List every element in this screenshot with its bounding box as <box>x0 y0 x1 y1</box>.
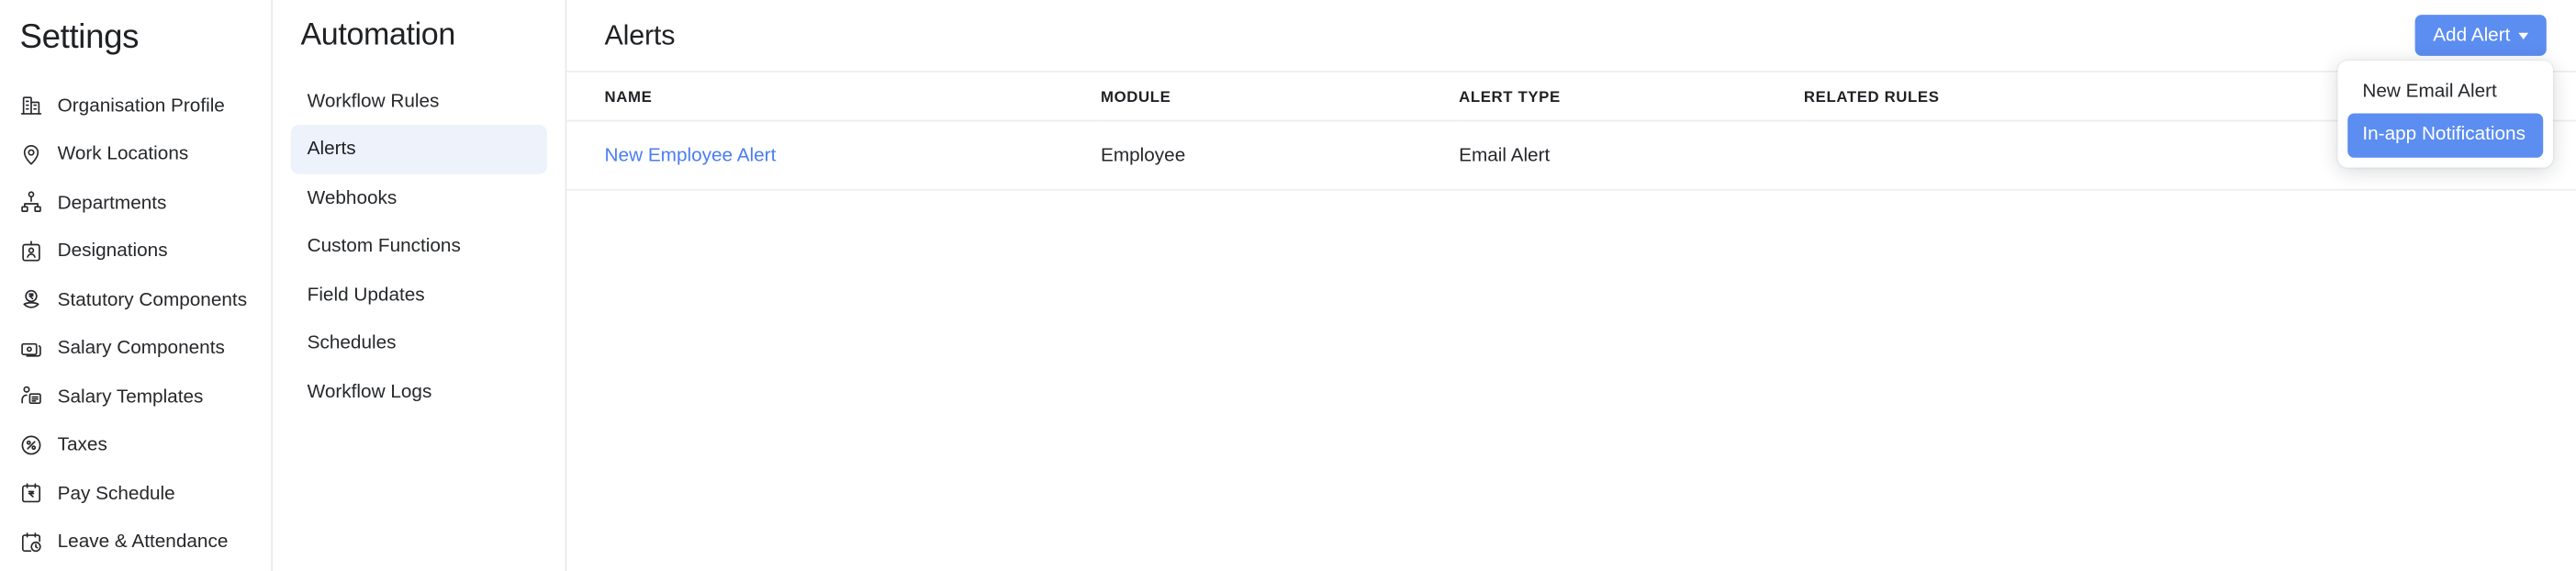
sidebar-item-pay-schedule[interactable]: Pay Schedule <box>0 469 271 518</box>
calendar-rupee-icon <box>19 482 42 505</box>
rupee-hand-icon <box>19 288 42 311</box>
main-content: Alerts Add Alert New Email Alert In-app … <box>566 0 2576 571</box>
building-icon <box>19 95 42 118</box>
id-badge-icon <box>19 240 42 263</box>
sidebar-item-taxes[interactable]: Taxes <box>0 420 271 469</box>
add-alert-button-label: Add Alert <box>2433 24 2511 46</box>
sidebar-item-salary-components[interactable]: Salary Components <box>0 324 271 373</box>
sidebar-item-departments[interactable]: Departments <box>0 178 271 227</box>
sidebar-item-label: Pay Schedule <box>57 482 175 504</box>
sidebar-item-label: Departments <box>57 191 167 213</box>
automation-item-workflow-logs[interactable]: Workflow Logs <box>291 367 547 416</box>
automation-item-label: Custom Functions <box>307 235 461 257</box>
settings-sidebar: Settings Organisation Profile Work Locat… <box>0 0 274 571</box>
sidebar-item-leave-attendance[interactable]: Leave & Attendance <box>0 518 271 566</box>
table-row[interactable]: New Employee Alert Employee Email Alert <box>566 120 2576 191</box>
dropdown-item-label: In-app Notifications <box>2362 124 2526 146</box>
automation-heading: Automation <box>300 17 455 53</box>
alerts-table-head: NAME MODULE ALERT TYPE RELATED RULES <box>566 70 2576 122</box>
cell-name: New Employee Alert <box>566 120 1101 191</box>
add-alert-dropdown-menu: New Email Alert In-app Notifications <box>2337 61 2553 168</box>
automation-item-custom-functions[interactable]: Custom Functions <box>291 222 547 271</box>
sidebar-item-label: Taxes <box>57 433 107 455</box>
sidebar-item-work-locations[interactable]: Work Locations <box>0 130 271 179</box>
settings-nav-list: Organisation Profile Work Locations Depa… <box>0 82 271 566</box>
person-document-icon <box>19 385 42 408</box>
percent-circle-icon <box>19 433 42 456</box>
alerts-table-header-row: NAME MODULE ALERT TYPE RELATED RULES <box>566 70 2576 122</box>
automation-item-label: Alerts <box>307 139 356 161</box>
dropdown-item-label: New Email Alert <box>2362 80 2497 102</box>
calendar-clock-icon <box>19 531 42 554</box>
automation-item-label: Workflow Rules <box>307 90 440 112</box>
add-alert-button[interactable]: Add Alert <box>2414 15 2547 56</box>
automation-item-alerts[interactable]: Alerts <box>290 125 547 174</box>
automation-item-label: Field Updates <box>307 284 425 306</box>
sidebar-item-label: Salary Components <box>57 337 225 359</box>
automation-item-label: Webhooks <box>307 186 398 209</box>
chevron-down-icon <box>2518 32 2529 39</box>
automation-item-workflow-rules[interactable]: Workflow Rules <box>291 77 547 126</box>
automation-sidebar: Automation Workflow Rules Alerts Webhook… <box>273 0 567 571</box>
sidebar-item-label: Work Locations <box>57 142 189 165</box>
settings-heading: Settings <box>19 17 140 56</box>
sidebar-item-label: Organisation Profile <box>57 95 225 117</box>
cards-icon <box>19 337 42 360</box>
sidebar-item-salary-templates[interactable]: Salary Templates <box>0 373 271 421</box>
app-root: Settings Organisation Profile Work Locat… <box>0 0 2576 571</box>
automation-nav-list: Workflow Rules Alerts Webhooks Custom Fu… <box>290 77 547 417</box>
map-pin-icon <box>19 142 42 165</box>
automation-item-schedules[interactable]: Schedules <box>291 319 547 368</box>
org-chart-icon <box>19 191 42 214</box>
page-header: Alerts Add Alert <box>566 0 2576 71</box>
cell-alert-type: Email Alert <box>1459 120 1804 191</box>
column-header-alert-type[interactable]: ALERT TYPE <box>1459 70 1804 122</box>
automation-item-label: Workflow Logs <box>307 381 432 403</box>
alerts-table-body: New Employee Alert Employee Email Alert <box>566 120 2576 191</box>
sidebar-item-designations[interactable]: Designations <box>0 227 271 275</box>
column-header-module[interactable]: MODULE <box>1100 70 1460 122</box>
column-header-name[interactable]: NAME <box>566 70 1101 122</box>
automation-item-webhooks[interactable]: Webhooks <box>291 174 547 222</box>
cell-module: Employee <box>1100 120 1460 191</box>
sidebar-item-organisation-profile[interactable]: Organisation Profile <box>0 82 271 130</box>
sidebar-item-statutory-components[interactable]: Statutory Components <box>0 275 271 324</box>
automation-item-label: Schedules <box>307 332 397 354</box>
sidebar-item-label: Designations <box>57 240 168 262</box>
sidebar-item-label: Statutory Components <box>57 288 248 310</box>
page-title: Alerts <box>604 18 676 50</box>
alert-name-link[interactable]: New Employee Alert <box>605 144 777 165</box>
sidebar-item-label: Salary Templates <box>57 385 204 408</box>
sidebar-item-label: Leave & Attendance <box>57 531 229 553</box>
alerts-table: NAME MODULE ALERT TYPE RELATED RULES New… <box>566 70 2576 191</box>
dropdown-item-in-app-notifications[interactable]: In-app Notifications <box>2347 114 2544 158</box>
automation-item-field-updates[interactable]: Field Updates <box>291 271 547 319</box>
dropdown-item-new-email-alert[interactable]: New Email Alert <box>2347 71 2543 114</box>
